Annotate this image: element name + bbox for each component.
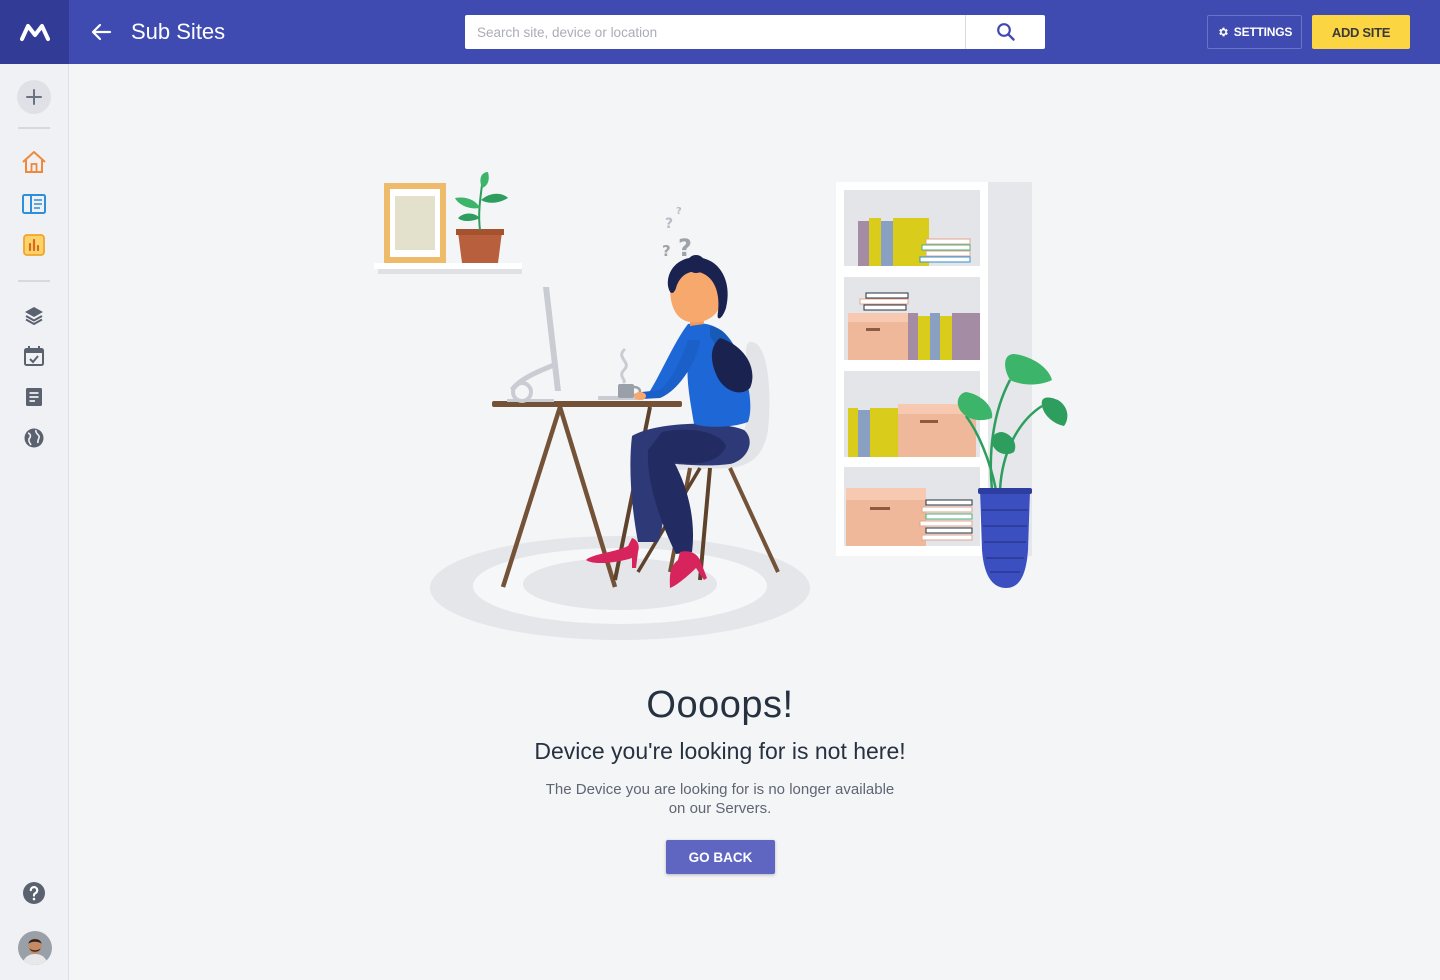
sidebar-item-devices[interactable] [20,190,48,218]
plus-icon [26,89,42,105]
calendar-check-icon [24,346,44,366]
svg-text:?: ? [665,216,673,232]
settings-button[interactable]: SETTINGS [1207,15,1302,49]
logo-m-icon [19,24,50,41]
sidebar-item-schedule[interactable] [20,342,48,370]
add-button[interactable] [17,80,51,114]
svg-text:?: ? [662,242,671,260]
error-subheading: Device you're looking for is not here! [534,738,906,764]
search-input[interactable] [465,15,965,49]
home-icon [22,151,46,173]
document-icon [26,388,42,406]
sidebar-divider [18,280,50,282]
add-site-button[interactable]: ADD SITE [1312,15,1410,49]
app-logo[interactable] [0,0,69,64]
search-bar [465,15,1045,49]
search-icon [996,23,1015,41]
sidebar [0,64,69,980]
svg-text:?: ? [676,206,682,217]
user-avatar-icon [18,931,52,965]
sidebar-item-help[interactable] [20,879,48,907]
go-back-button[interactable]: GO BACK [666,840,775,874]
error-illustration: ? ? ? ? [374,172,1068,640]
search-button[interactable] [965,15,1045,49]
avatar[interactable] [18,931,52,965]
help-icon [23,882,45,904]
back-arrow-icon[interactable] [88,20,114,44]
device-list-icon [22,194,46,214]
bar-chart-icon [23,234,45,256]
layers-icon [25,307,43,326]
sidebar-item-home[interactable] [20,148,48,176]
gear-icon [1218,27,1228,37]
sidebar-item-locations[interactable] [20,424,48,452]
sidebar-item-reports[interactable] [20,231,48,259]
sidebar-item-layers[interactable] [20,301,48,329]
sidebar-divider [18,127,50,129]
globe-icon [24,428,44,448]
top-bar: Sub Sites SETTINGS ADD SITE [0,0,1440,64]
error-description: The Device you are looking for is no lon… [545,781,895,817]
error-heading: Oooops! [646,684,794,726]
sidebar-item-documents[interactable] [20,383,48,411]
settings-label: SETTINGS [1233,25,1293,39]
page-title: Sub Sites [131,19,226,44]
